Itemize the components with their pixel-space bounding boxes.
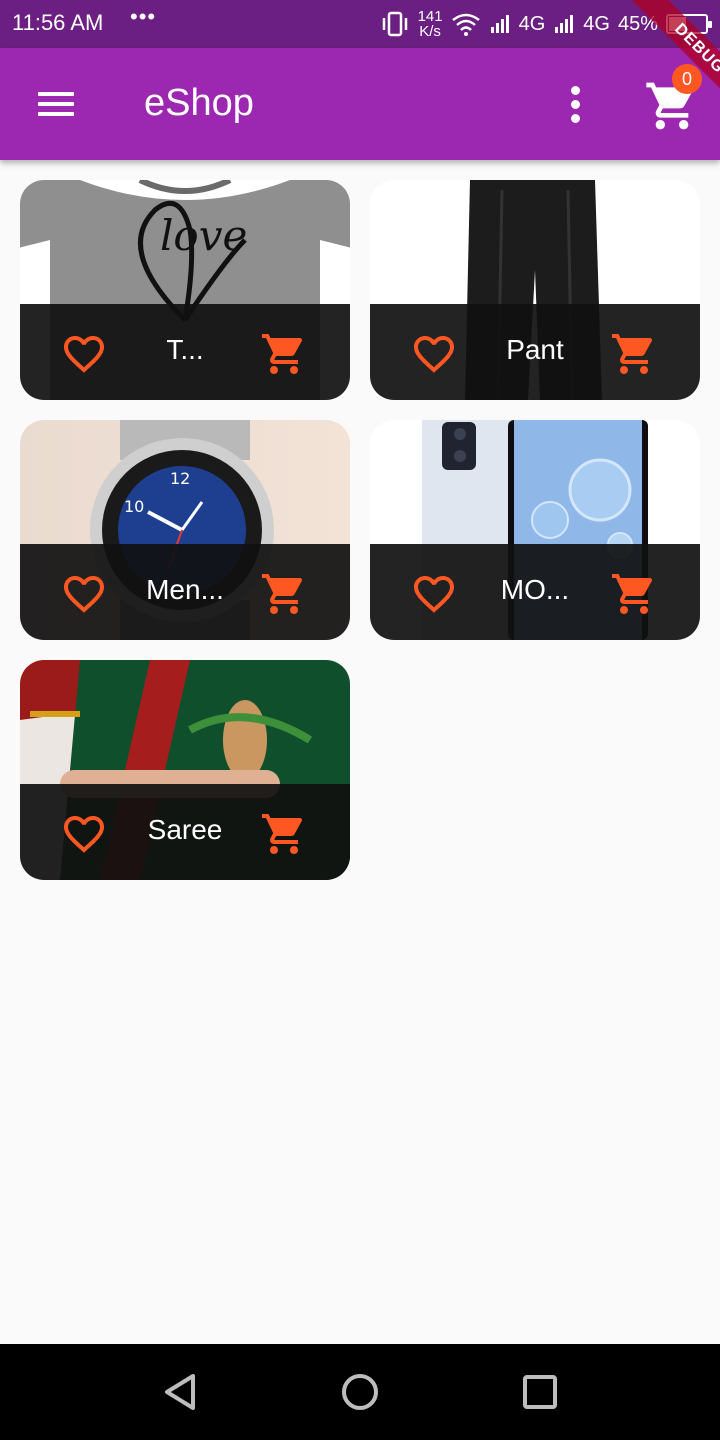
- card-action-bar: Pant: [370, 304, 700, 400]
- recents-button[interactable]: [520, 1372, 560, 1412]
- status-bar: 11:56 AM ••• 141 K/s 4G 4G 45%: [0, 0, 720, 48]
- speed-value: 141: [417, 8, 443, 25]
- cart-count-badge: 0: [672, 64, 702, 94]
- battery-level: [669, 17, 687, 31]
- product-name: Men...: [146, 574, 224, 605]
- status-indicators: 141 K/s 4G 4G 45%: [380, 6, 712, 42]
- product-card[interactable]: Saree: [20, 660, 350, 880]
- signal-icon-2: [555, 15, 574, 33]
- network-type-1: 4G: [518, 12, 546, 35]
- speed-unit: K/s: [419, 23, 441, 40]
- home-button[interactable]: [340, 1372, 380, 1412]
- favorite-border-icon: [414, 576, 454, 613]
- home-circle-icon: [342, 1374, 378, 1410]
- battery-icon: [666, 14, 712, 34]
- svg-text:10: 10: [124, 497, 144, 516]
- network-type-2: 4G: [583, 12, 610, 35]
- status-time: 11:56 AM: [12, 10, 104, 35]
- card-action-bar: Saree: [20, 784, 350, 880]
- favorite-button[interactable]: [60, 810, 108, 858]
- favorite-border-icon: [64, 816, 104, 853]
- favorite-border-icon: [64, 336, 104, 373]
- favorite-button[interactable]: [60, 570, 108, 618]
- favorite-button[interactable]: [410, 330, 458, 378]
- add-cart-icon: [262, 574, 303, 614]
- menu-button[interactable]: [28, 84, 84, 124]
- product-card[interactable]: love T...: [20, 180, 350, 400]
- add-cart-icon: [612, 334, 653, 374]
- product-name: Saree: [147, 814, 223, 845]
- product-card[interactable]: MO...: [370, 420, 700, 640]
- battery-percent: 45%: [617, 12, 658, 35]
- more-options-button[interactable]: [556, 82, 596, 126]
- add-to-cart-button[interactable]: [610, 570, 658, 618]
- app-title: eShop: [144, 82, 254, 124]
- product-card[interactable]: 12 10 Men...: [20, 420, 350, 640]
- add-to-cart-button[interactable]: [260, 570, 308, 618]
- favorite-border-icon: [414, 336, 454, 373]
- svg-text:12: 12: [170, 469, 190, 488]
- notification-dots: •••: [130, 4, 157, 29]
- product-name: T...: [166, 334, 204, 365]
- wifi-icon: [451, 13, 480, 36]
- system-nav-bar: [0, 1344, 720, 1440]
- back-button[interactable]: [160, 1372, 200, 1412]
- card-action-bar: MO...: [370, 544, 700, 640]
- signal-icon-1: [490, 15, 509, 33]
- network-speed: 141 K/s: [418, 9, 443, 39]
- product-card[interactable]: Pant: [370, 180, 700, 400]
- vibrate-icon: [382, 11, 407, 37]
- svg-text:love: love: [160, 211, 247, 260]
- favorite-button[interactable]: [60, 330, 108, 378]
- product-name: MO...: [500, 574, 570, 605]
- favorite-button[interactable]: [410, 570, 458, 618]
- add-to-cart-button[interactable]: [610, 330, 658, 378]
- favorite-border-icon: [64, 576, 104, 613]
- product-name: Pant: [506, 334, 564, 365]
- add-to-cart-button[interactable]: [260, 810, 308, 858]
- add-cart-icon: [612, 574, 653, 614]
- add-cart-icon: [262, 334, 303, 374]
- app-bar: eShop: [0, 48, 720, 160]
- menu-icon: [38, 92, 74, 96]
- more-vert-icon: [571, 86, 580, 95]
- card-action-bar: T...: [20, 304, 350, 400]
- card-action-bar: Men...: [20, 544, 350, 640]
- add-to-cart-button[interactable]: [260, 330, 308, 378]
- back-triangle-icon: [165, 1374, 195, 1410]
- recents-square-icon: [523, 1375, 557, 1409]
- add-cart-icon: [262, 814, 303, 854]
